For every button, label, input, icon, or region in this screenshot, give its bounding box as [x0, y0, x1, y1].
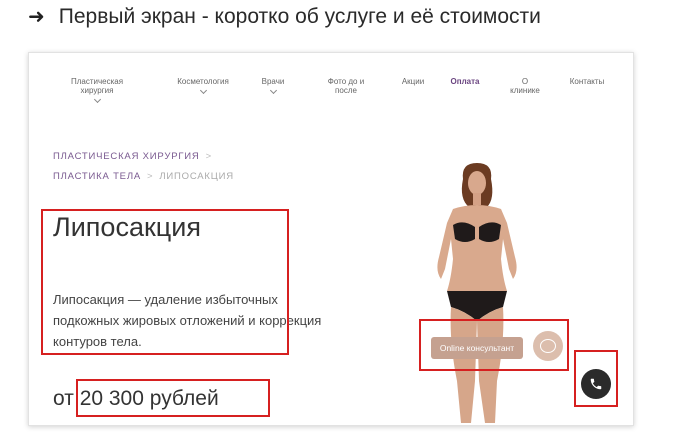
nav-item-doctors[interactable]: Врачи	[251, 68, 295, 102]
nav-item-payment[interactable]: Оплата	[445, 68, 485, 86]
top-navigation: Пластическая хирургия Косметология Врачи…	[29, 53, 633, 104]
nav-item-about[interactable]: О клинике	[503, 68, 547, 95]
breadcrumb-separator: >	[147, 171, 154, 182]
nav-item-label: Пластическая хирургия	[70, 77, 124, 95]
right-arrow-icon: ➜	[28, 6, 45, 28]
price-prefix: от	[53, 387, 74, 410]
nav-item-promotions[interactable]: Акции	[395, 68, 431, 86]
chevron-down-icon	[269, 86, 277, 95]
nav-item-label: Акции	[401, 77, 425, 86]
website-screenshot: Пластическая хирургия Косметология Врачи…	[28, 52, 634, 426]
chevron-down-icon	[199, 86, 207, 95]
slide-heading-text: Первый экран - коротко об услуге и её ст…	[58, 4, 541, 28]
breadcrumb-link-body-plastics[interactable]: ПЛАСТИКА ТЕЛА	[53, 171, 141, 182]
breadcrumb-separator: >	[205, 151, 212, 162]
breadcrumb: ПЛАСТИЧЕСКАЯ ХИРУРГИЯ >	[53, 151, 218, 162]
nav-item-contacts[interactable]: Контакты	[565, 68, 609, 86]
nav-item-cosmetology[interactable]: Косметология	[169, 68, 237, 102]
breadcrumb-current: ЛИПОСАКЦИЯ	[159, 171, 234, 182]
nav-item-label: Косметология	[177, 77, 229, 86]
highlight-phone	[574, 350, 618, 407]
highlight-title-description	[41, 209, 289, 355]
model-photo	[437, 163, 517, 423]
chevron-down-icon	[93, 95, 101, 104]
breadcrumb-link-plastic-surgery[interactable]: ПЛАСТИЧЕСКАЯ ХИРУРГИЯ	[53, 151, 200, 162]
nav-item-plastic-surgery[interactable]: Пластическая хирургия	[59, 68, 135, 111]
nav-item-label: Фото до и после	[327, 77, 365, 95]
nav-item-before-after[interactable]: Фото до и после	[319, 68, 373, 95]
highlight-price	[76, 379, 270, 417]
highlight-consultant	[419, 319, 569, 371]
nav-item-label: Врачи	[261, 77, 285, 86]
slide-heading: ➜ Первый экран - коротко об услуге и её …	[28, 4, 541, 29]
nav-item-label: О клинике	[510, 77, 540, 95]
breadcrumb: ПЛАСТИКА ТЕЛА > ЛИПОСАКЦИЯ	[53, 171, 234, 182]
nav-item-label: Оплата	[450, 77, 480, 86]
nav-item-label: Контакты	[569, 77, 605, 86]
